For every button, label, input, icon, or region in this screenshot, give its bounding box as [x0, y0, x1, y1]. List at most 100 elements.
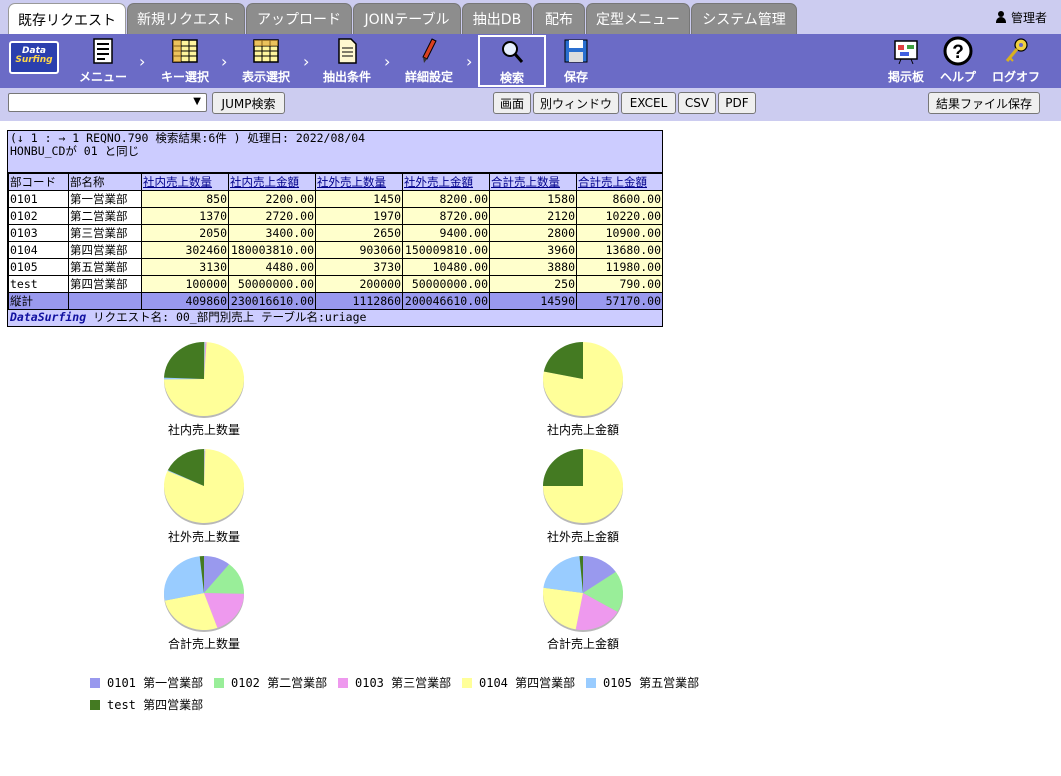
- floppy-disk-icon: [561, 37, 591, 65]
- svg-text:?: ?: [952, 42, 964, 63]
- column-header-link[interactable]: 合計売上数量: [489, 173, 577, 191]
- column-header-link[interactable]: 社内売上金額: [228, 173, 316, 191]
- jump-search-button[interactable]: JUMP検索: [212, 92, 285, 114]
- pie-slice: [164, 342, 204, 379]
- pie-chart: [164, 556, 244, 632]
- tab-upload[interactable]: アップロード: [246, 3, 352, 34]
- table-cell: 0103: [8, 224, 69, 242]
- pie-chart: [543, 342, 623, 418]
- save-result-file-button[interactable]: 結果ファイル保存: [928, 92, 1040, 114]
- result-table: 部コード 部名称 社内売上数量 社内売上金額 社外売上数量 社外売上金額 合計売…: [8, 173, 663, 310]
- legend-label: 0105 第五営業部: [603, 676, 700, 690]
- tab-new-request[interactable]: 新規リクエスト: [127, 3, 245, 34]
- extract-condition-button[interactable]: 抽出条件: [314, 36, 380, 86]
- table-row: 0105 第五営業部 3130 4480.00 3730 10480.00 3880 1198…: [8, 258, 663, 276]
- table-columns-icon: [251, 37, 281, 65]
- pie-chart: [543, 449, 623, 525]
- chevron-down-icon: ▼: [193, 96, 201, 107]
- table-cell: 0104: [8, 241, 69, 259]
- display-select-button[interactable]: 表示選択: [233, 36, 299, 86]
- tab-distribution[interactable]: 配布: [533, 3, 585, 34]
- chevron-right-icon: ›: [466, 52, 473, 71]
- column-header-link[interactable]: 社外売上数量: [315, 173, 403, 191]
- table-cell: 790.00: [576, 275, 663, 293]
- tab-existing-request[interactable]: 既存リクエスト: [8, 3, 126, 35]
- table-cell: 1370: [141, 207, 229, 225]
- table-total-cell: 縦計: [8, 292, 69, 310]
- legend-swatch: [90, 699, 100, 710]
- table-cell: 302460: [141, 241, 229, 259]
- table-header-row: 部コード 部名称 社内売上数量 社内売上金額 社外売上数量 社外売上金額 合計売…: [8, 173, 663, 191]
- pie-chart: [164, 342, 244, 418]
- tab-bar: 既存リクエスト 新規リクエスト アップロード JOINテーブル 抽出DB 配布 …: [0, 0, 1061, 35]
- help-button[interactable]: ? ヘルプ: [934, 36, 982, 86]
- table-row: 0103 第三営業部 2050 3400.00 2650 9400.00 2800 10900…: [8, 224, 663, 242]
- table-total-cell: 57170.00: [576, 292, 663, 310]
- tab-system-admin[interactable]: システム管理: [691, 3, 797, 34]
- table-cell: 250: [489, 275, 577, 293]
- user-area[interactable]: 管理者: [995, 9, 1047, 26]
- screen-button[interactable]: 画面: [493, 92, 531, 114]
- table-cell: 2650: [315, 224, 403, 242]
- legend-item: test 第四営業部: [90, 696, 203, 713]
- table-cell: 2720.00: [228, 207, 316, 225]
- pen-icon: [414, 37, 444, 65]
- pdf-button[interactable]: PDF: [718, 92, 756, 114]
- table-total-cell: 230016610.00: [228, 292, 316, 310]
- detail-settings-button[interactable]: 詳細設定: [395, 36, 463, 86]
- table-cell: 第四営業部: [68, 275, 142, 293]
- table-cell: 3730: [315, 258, 403, 276]
- table-cell: 8720.00: [402, 207, 490, 225]
- table-cell: 0101: [8, 190, 69, 208]
- table-cell: test: [8, 275, 69, 293]
- csv-button[interactable]: CSV: [678, 92, 716, 114]
- column-header: 部名称: [68, 173, 142, 191]
- result-footer: DataSurfing リクエスト名: 00_部門別売上 テーブル名:uriag…: [8, 310, 662, 326]
- menu-button[interactable]: メニュー: [70, 36, 136, 86]
- table-cell: 1970: [315, 207, 403, 225]
- table-cell: 3130: [141, 258, 229, 276]
- column-header-link[interactable]: 社内売上数量: [141, 173, 229, 191]
- user-name: 管理者: [1010, 11, 1047, 25]
- tab-join-table[interactable]: JOINテーブル: [353, 3, 461, 34]
- tab-extract-db[interactable]: 抽出DB: [462, 3, 532, 34]
- help-icon: ?: [943, 36, 973, 66]
- tab-fixed-menu[interactable]: 定型メニュー: [586, 3, 690, 34]
- legend-swatch: [214, 677, 224, 688]
- table-row: 0101 第一営業部 850 2200.00 1450 8200.00 1580 8600.0…: [8, 190, 663, 208]
- legend-label: test 第四営業部: [107, 698, 204, 712]
- table-cell: 850: [141, 190, 229, 208]
- table-grid-icon: [170, 37, 200, 65]
- new-window-button[interactable]: 別ウィンドウ: [533, 92, 619, 114]
- excel-button[interactable]: EXCEL: [621, 92, 676, 114]
- pie-chart-title: 合計売上数量: [167, 637, 240, 651]
- legend-label: 0103 第三営業部: [355, 676, 452, 690]
- pie-chart-title: 社外売上金額: [546, 530, 619, 544]
- key-select-button[interactable]: キー選択: [152, 36, 218, 86]
- column-header-link[interactable]: 社外売上金額: [402, 173, 490, 191]
- search-button[interactable]: 検索: [478, 35, 546, 87]
- column-header-link[interactable]: 合計売上金額: [576, 173, 663, 191]
- bulletin-board-button[interactable]: 掲示板: [882, 36, 930, 86]
- bulletin-board-icon: [891, 37, 921, 65]
- result-panel: (↓ 1 : → 1 REQNO.790 検索結果:6件 ) 処理日: 2022…: [7, 130, 663, 327]
- table-cell: 903060: [315, 241, 403, 259]
- table-cell: 第一営業部: [68, 190, 142, 208]
- save-button[interactable]: 保存: [550, 36, 602, 86]
- result-condition: HONBU_CDが 01 と同じ: [10, 144, 140, 158]
- jump-select[interactable]: ▼: [8, 93, 207, 112]
- table-cell: 1580: [489, 190, 577, 208]
- table-cell: 3400.00: [228, 224, 316, 242]
- legend-label: 0101 第一営業部: [107, 676, 204, 690]
- legend-item: 0102 第二営業部: [214, 674, 327, 691]
- pie-slice: [543, 449, 583, 486]
- table-cell: 2050: [141, 224, 229, 242]
- table-cell: 150009810.00: [402, 241, 490, 259]
- table-cell: 8600.00: [576, 190, 663, 208]
- table-cell: 0102: [8, 207, 69, 225]
- table-cell: 50000000.00: [402, 275, 490, 293]
- table-cell: 180003810.00: [228, 241, 316, 259]
- table-cell: 3880: [489, 258, 577, 276]
- pie-chart-title: 社内売上金額: [546, 423, 619, 437]
- logoff-button[interactable]: ログオフ: [986, 36, 1046, 86]
